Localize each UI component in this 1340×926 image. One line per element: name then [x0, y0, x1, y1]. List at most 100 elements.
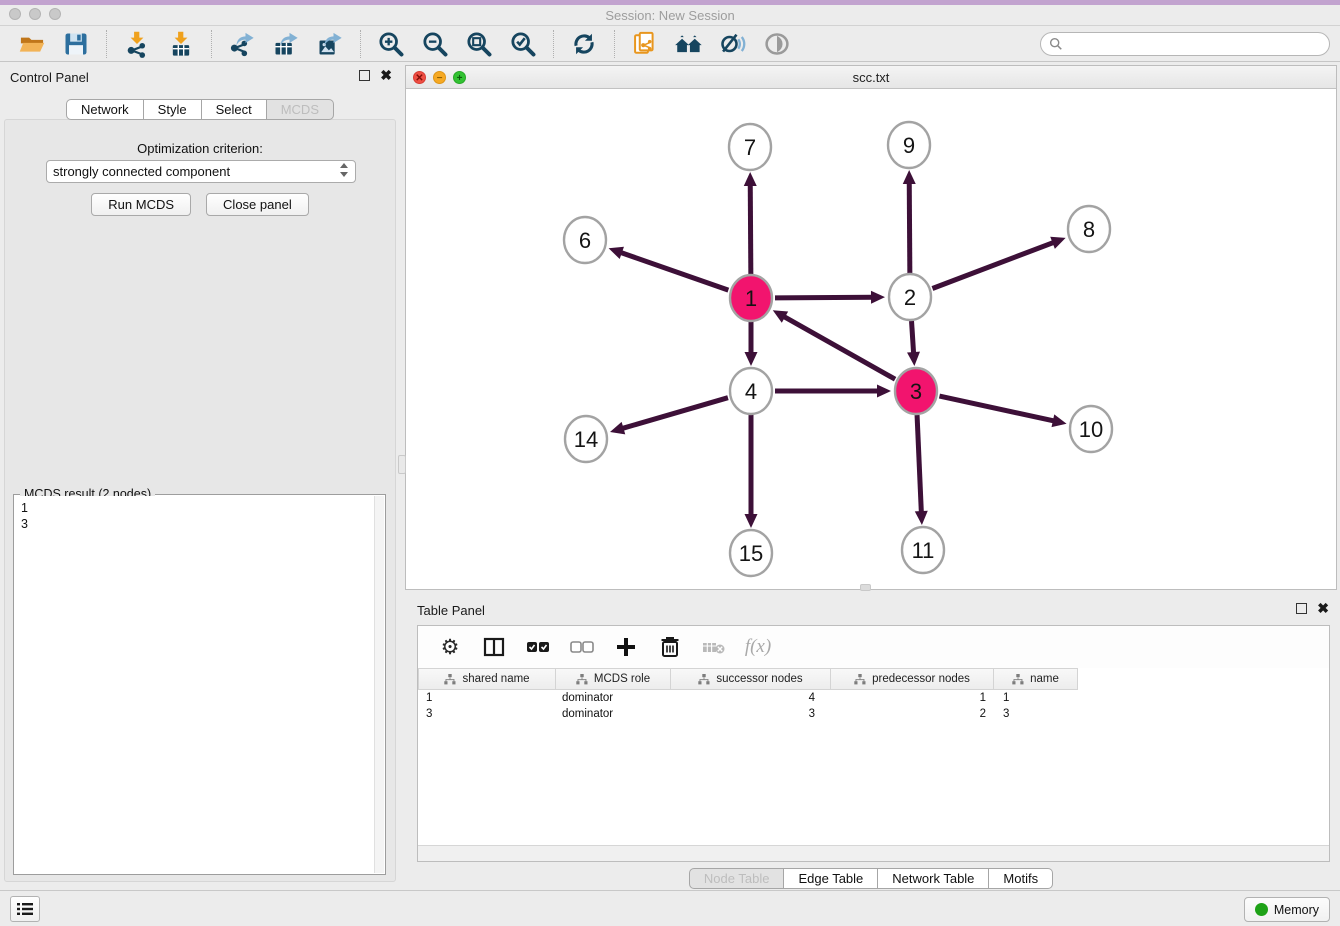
network-graph[interactable]: 1234678910111415: [406, 89, 1336, 589]
select-all-checkboxes-icon[interactable]: [524, 633, 552, 661]
optimization-criterion-label: Optimization criterion:: [5, 141, 395, 156]
zoom-selected-icon[interactable]: [508, 29, 538, 59]
column-header-shared-name[interactable]: shared name: [418, 668, 556, 690]
graph-edge-arrowhead: [903, 170, 916, 184]
graph-edge-1-6[interactable]: [619, 252, 728, 290]
graph-edge-1-2[interactable]: [775, 297, 874, 298]
column-header-name[interactable]: name: [994, 668, 1078, 690]
application-window: Session: New Session: [0, 0, 1340, 926]
zoom-in-icon[interactable]: [376, 29, 406, 59]
float-panel-icon[interactable]: [359, 70, 370, 81]
birdseye-view-icon[interactable]: [762, 29, 792, 59]
network-window-titlebar[interactable]: ✕ − + scc.txt: [406, 66, 1336, 89]
export-image-icon[interactable]: [315, 29, 345, 59]
graph-edge-1-7[interactable]: [750, 183, 751, 274]
open-session-icon[interactable]: [17, 29, 47, 59]
table-cell[interactable]: 3: [994, 706, 1078, 722]
tab-network-table[interactable]: Network Table: [878, 868, 989, 889]
table-cell[interactable]: dominator: [556, 706, 671, 722]
tab-select[interactable]: Select: [202, 99, 267, 120]
table-cell[interactable]: 3: [671, 706, 831, 722]
zoom-fit-icon[interactable]: [464, 29, 494, 59]
column-header-predecessor-nodes[interactable]: predecessor nodes: [831, 668, 994, 690]
tab-edge-table[interactable]: Edge Table: [784, 868, 878, 889]
table-toolbar: ⚙ f(x): [418, 626, 1329, 668]
graph-node-label: 3: [910, 379, 922, 404]
delete-column-icon[interactable]: [656, 633, 684, 661]
function-builder-icon[interactable]: f(x): [744, 633, 772, 661]
mcds-result-line: 3: [21, 516, 368, 532]
list-icon: [16, 901, 34, 917]
tab-mcds[interactable]: MCDS: [267, 99, 334, 120]
graph-edge-2-9[interactable]: [909, 181, 910, 273]
toolbar-separator: [553, 30, 554, 58]
result-scrollbar[interactable]: [374, 496, 384, 873]
import-table-icon[interactable]: [166, 29, 196, 59]
mcds-panel: Optimization criterion: strongly connect…: [4, 119, 396, 882]
column-type-tree-icon: [698, 674, 710, 685]
vertical-splitter-grip[interactable]: [398, 455, 406, 474]
horizontal-splitter-grip[interactable]: [860, 584, 871, 591]
column-header-MCDS-role[interactable]: MCDS role: [556, 668, 671, 690]
network-canvas[interactable]: 1234678910111415: [406, 89, 1336, 589]
graph-edge-2-3[interactable]: [912, 321, 914, 355]
settings-gear-icon[interactable]: ⚙: [436, 633, 464, 661]
graph-edge-3-11[interactable]: [917, 415, 921, 514]
tab-network[interactable]: Network: [66, 99, 144, 120]
graph-edge-arrowhead: [1052, 414, 1067, 427]
toolbar-separator: [614, 30, 615, 58]
tab-motifs[interactable]: Motifs: [989, 868, 1053, 889]
close-table-panel-icon[interactable]: ✖: [1317, 603, 1329, 614]
memory-button[interactable]: Memory: [1244, 897, 1330, 922]
add-column-icon[interactable]: [612, 633, 640, 661]
table-cell[interactable]: dominator: [556, 690, 671, 706]
criterion-select[interactable]: strongly connected component: [46, 160, 356, 183]
table-cell[interactable]: 1: [994, 690, 1078, 706]
float-table-panel-icon[interactable]: [1296, 603, 1307, 614]
column-header-successor-nodes[interactable]: successor nodes: [671, 668, 831, 690]
deselect-all-checkboxes-icon[interactable]: [568, 633, 596, 661]
graph-edge-arrowhead: [877, 385, 891, 398]
import-network-icon[interactable]: [122, 29, 152, 59]
table-cell[interactable]: 2: [831, 706, 994, 722]
table-horizontal-scrollbar[interactable]: [418, 845, 1329, 861]
graph-node-label: 9: [903, 133, 915, 158]
export-table-icon[interactable]: [271, 29, 301, 59]
graph-node-label: 10: [1079, 417, 1103, 442]
table-cell[interactable]: 1: [831, 690, 994, 706]
graph-edge-arrowhead: [609, 247, 624, 259]
home-fit-icon[interactable]: [674, 29, 704, 59]
graph-edge-4-14[interactable]: [621, 398, 728, 429]
graph-edge-2-8[interactable]: [932, 242, 1055, 289]
table-row[interactable]: 3dominator323: [418, 706, 1329, 722]
network-view-window: ✕ − + scc.txt 1234678910111415: [405, 65, 1337, 590]
panel-toggle-button[interactable]: [10, 896, 40, 922]
delete-table-icon[interactable]: [700, 633, 728, 661]
tab-node-table[interactable]: Node Table: [689, 868, 785, 889]
graph-edge-3-1[interactable]: [782, 316, 895, 380]
export-network-icon[interactable]: [227, 29, 257, 59]
table-cell[interactable]: 3: [418, 706, 556, 722]
table-row[interactable]: 1dominator411: [418, 690, 1329, 706]
table-panel-title: Table Panel: [417, 603, 485, 618]
search-input[interactable]: [1040, 32, 1330, 56]
run-mcds-button[interactable]: Run MCDS: [91, 193, 191, 216]
zoom-out-icon[interactable]: [420, 29, 450, 59]
close-panel-icon[interactable]: ✖: [380, 70, 392, 81]
mcds-result-list[interactable]: 13: [15, 496, 374, 873]
table-cell[interactable]: 1: [418, 690, 556, 706]
node-table-container: ⚙ f(x): [417, 625, 1330, 862]
toolbar-separator: [106, 30, 107, 58]
graph-edge-3-10[interactable]: [939, 396, 1055, 421]
close-panel-button[interactable]: Close panel: [206, 193, 309, 216]
graph-node-label: 6: [579, 228, 591, 253]
refresh-icon[interactable]: [569, 29, 599, 59]
save-session-icon[interactable]: [61, 29, 91, 59]
graphics-details-icon[interactable]: [718, 29, 748, 59]
search-field[interactable]: [1068, 36, 1321, 51]
table-cell[interactable]: 4: [671, 690, 831, 706]
column-type-tree-icon: [1012, 674, 1024, 685]
tab-style[interactable]: Style: [144, 99, 202, 120]
network-from-file-icon[interactable]: [630, 29, 660, 59]
column-layout-icon[interactable]: [480, 633, 508, 661]
